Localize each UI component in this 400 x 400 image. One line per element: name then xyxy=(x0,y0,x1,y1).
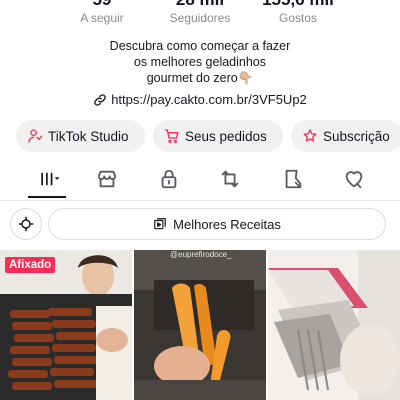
tab-videos[interactable] xyxy=(34,167,66,191)
refresh-icon xyxy=(18,216,34,232)
bio-line: Descubra como começar a fazer xyxy=(109,39,291,53)
cart-icon xyxy=(164,129,179,143)
video-watermark: @euprefirodoce_ xyxy=(170,250,232,259)
orders-label: Seus pedidos xyxy=(185,128,267,144)
tab-liked[interactable] xyxy=(342,167,366,191)
tiktok-studio-label: TikTok Studio xyxy=(48,128,129,144)
profile-link[interactable]: https://pay.cakto.com.br/3VF5Up2 xyxy=(0,92,400,107)
tab-saved[interactable] xyxy=(281,167,305,191)
likes-label: Gostos xyxy=(278,11,317,25)
link-icon xyxy=(94,93,106,106)
followers-stat[interactable]: 28 mil Seguidores xyxy=(145,0,255,26)
profile-stats: 59 A seguir 28 mil Seguidores 155,6 mil … xyxy=(0,0,400,30)
profile-tabs xyxy=(0,163,400,199)
subscription-label: Subscrição xyxy=(323,128,390,144)
shop-icon xyxy=(97,170,117,188)
profile-link-text: https://pay.cakto.com.br/3VF5Up2 xyxy=(111,92,307,107)
tiktok-studio-icon xyxy=(28,129,43,143)
video-tile[interactable]: @euprefirodoce_ xyxy=(134,250,266,400)
orders-button[interactable]: Seus pedidos xyxy=(153,120,283,152)
tabs-divider xyxy=(0,200,400,201)
tab-reposts[interactable] xyxy=(218,167,242,191)
refresh-button[interactable] xyxy=(10,208,42,240)
tab-shop[interactable] xyxy=(95,167,119,191)
playlist-button[interactable]: Melhores Receitas xyxy=(48,208,386,240)
subscription-icon xyxy=(303,129,317,142)
video-thumbnail xyxy=(134,250,266,400)
tiktok-studio-button[interactable]: TikTok Studio xyxy=(16,120,145,152)
saved-icon xyxy=(285,169,302,189)
video-tile[interactable] xyxy=(268,250,400,400)
following-label: A seguir xyxy=(80,11,124,25)
video-grid: Afixado @euprefirodoce_ xyxy=(0,250,400,400)
likes-count: 155,6 mil xyxy=(243,0,353,10)
pinned-badge: Afixado xyxy=(5,257,56,273)
lock-icon xyxy=(161,169,177,189)
videos-grid-icon xyxy=(41,172,60,186)
subscription-button[interactable]: Subscrição xyxy=(291,120,400,152)
active-tab-indicator xyxy=(28,196,66,198)
video-tile[interactable]: Afixado xyxy=(0,250,132,400)
following-stat[interactable]: 59 A seguir xyxy=(47,0,157,26)
playlist-label: Melhores Receitas xyxy=(173,216,281,232)
video-thumbnail xyxy=(268,250,400,400)
playlist-icon xyxy=(154,218,167,230)
liked-icon xyxy=(345,171,363,189)
followers-count: 28 mil xyxy=(145,0,255,10)
profile-bio: Descubra como começar a fazer os melhore… xyxy=(0,38,400,86)
filter-row: Melhores Receitas xyxy=(10,208,386,240)
tab-private[interactable] xyxy=(157,167,181,191)
repost-icon xyxy=(221,170,239,188)
followers-label: Seguidores xyxy=(169,11,231,25)
likes-stat[interactable]: 155,6 mil Gostos xyxy=(243,0,353,26)
bio-line: os melhores geladinhos xyxy=(133,55,267,69)
profile-action-chips: TikTok Studio Seus pedidos Subscrição xyxy=(16,120,400,152)
bio-line: gourmet do zero👇🏼 xyxy=(146,71,254,85)
following-count: 59 xyxy=(47,0,157,10)
